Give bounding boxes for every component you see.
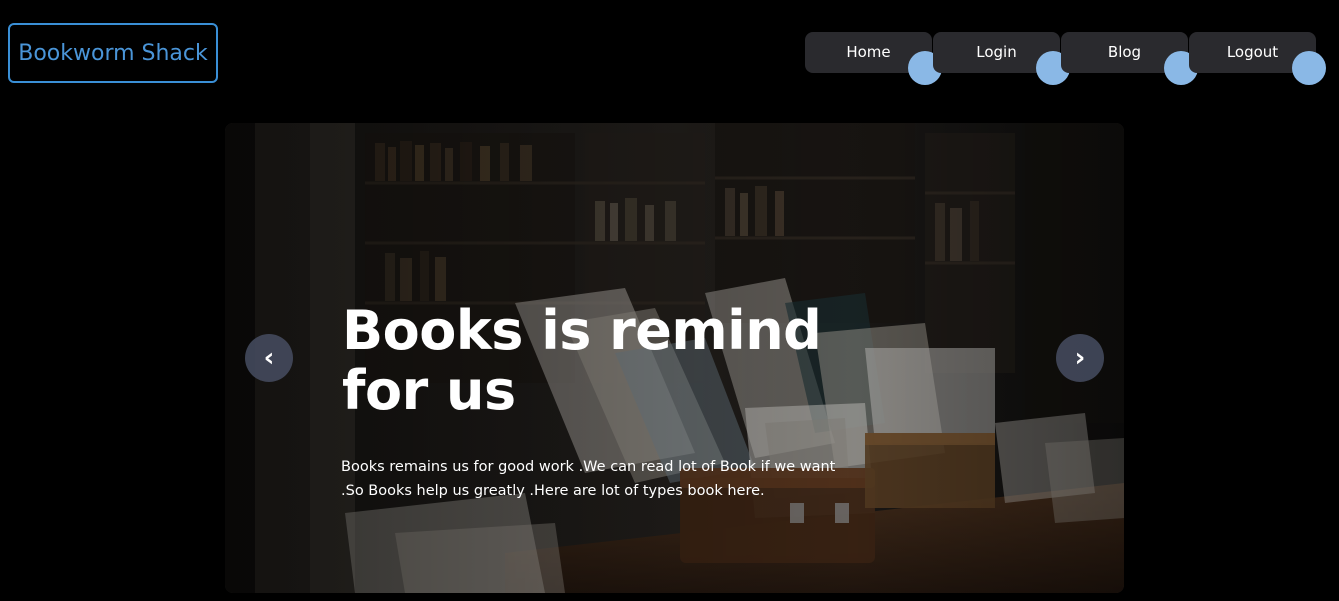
nav-decoration-dot <box>1292 51 1326 85</box>
chevron-left-icon: ‹ <box>263 343 275 373</box>
hero-title: Books is remind for us <box>342 299 822 422</box>
brand-logo[interactable]: Bookworm Shack <box>8 23 218 83</box>
chevron-right-icon: › <box>1074 343 1086 373</box>
carousel-prev-button[interactable]: ‹ <box>245 334 293 382</box>
hero-carousel: Books is remind for us Books remains us … <box>225 123 1124 593</box>
hero-description: Books remains us for good work .We can r… <box>341 459 836 499</box>
page: Bookworm Shack Home Login Blog Logout Bo… <box>0 0 1339 601</box>
carousel-next-button[interactable]: › <box>1056 334 1104 382</box>
